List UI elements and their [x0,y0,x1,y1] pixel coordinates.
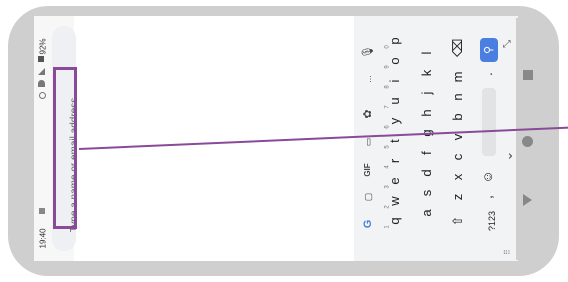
space-bar[interactable] [482,88,496,156]
battery-percent: 92% [38,38,48,55]
key-s[interactable]: s [419,185,435,201]
gif-button[interactable]: GIF [360,162,376,178]
key-l[interactable]: l [419,45,435,61]
recents-button-icon[interactable] [523,70,533,80]
collapse-keyboard-icon[interactable]: ⌄ [500,148,516,164]
key-h[interactable]: h [419,105,435,121]
key-b[interactable]: b [450,109,466,125]
hint-6: 6 [384,125,391,129]
hint-2: 2 [384,205,391,209]
settings-gear-icon[interactable]: ✿ [360,106,376,122]
navigation-bar [516,18,542,260]
signal-icon [38,68,45,75]
highlight-box [53,67,77,229]
home-button-icon[interactable] [522,136,533,147]
resize-handle-icon[interactable]: ⠿ [500,244,516,260]
keyboard: G ▢ GIF ▭ ✿ ... 🎙 q w e r t y u i o p 1 … [354,16,518,261]
search-icon: ⚲ [483,45,495,55]
alarm-icon [39,92,46,99]
key-n[interactable]: n [450,89,466,105]
hint-5: 5 [384,145,391,149]
key-z[interactable]: z [450,189,466,205]
backspace-key[interactable]: ⌫ [450,39,466,57]
hint-1: 1 [384,225,391,229]
notification-icon [39,208,45,214]
hint-0: 0 [384,45,391,49]
key-j[interactable]: j [419,85,435,101]
sticker-icon[interactable]: ▢ [360,189,376,205]
battery-icon [38,56,44,62]
hint-4: 4 [384,165,391,169]
back-button-icon[interactable] [523,194,532,206]
key-d[interactable]: d [419,165,435,181]
hint-8: 8 [384,85,391,89]
key-k[interactable]: k [419,65,435,81]
search-action-key[interactable]: ⚲ [480,38,498,62]
hint-7: 7 [384,105,391,109]
more-options-icon[interactable]: ... [360,71,376,87]
key-f[interactable]: f [419,145,435,161]
shift-key[interactable]: ⇧ [450,213,466,229]
key-a[interactable]: a [419,205,435,221]
wifi-icon [38,80,45,87]
floating-keyboard-icon[interactable]: ⤡ [500,36,516,52]
key-m[interactable]: m [450,69,466,85]
status-time: 19:40 [38,228,48,249]
comma-key[interactable]: , [480,189,496,205]
microphone-icon[interactable]: 🎙 [360,44,376,60]
symbols-key[interactable]: ?123 [484,209,500,233]
key-c[interactable]: c [450,149,466,165]
key-x[interactable]: x [450,169,466,185]
period-key[interactable]: . [480,66,496,82]
hint-9: 9 [384,65,391,69]
google-icon[interactable]: G [360,216,376,232]
emoji-key[interactable]: ☺ [480,169,496,185]
hint-3: 3 [384,185,391,189]
